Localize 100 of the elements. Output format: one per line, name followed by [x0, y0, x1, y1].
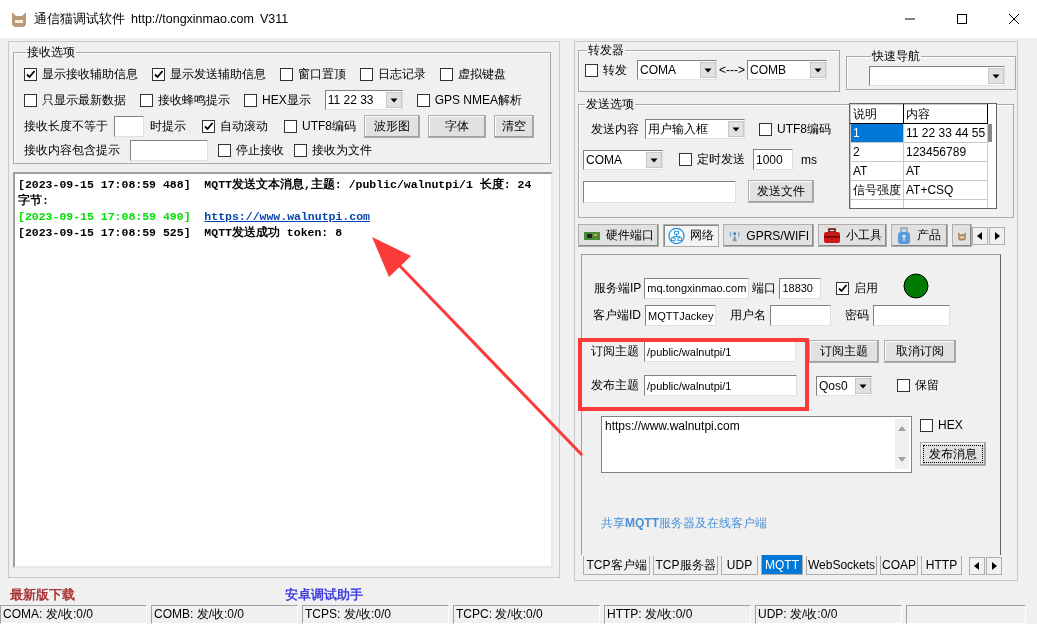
button[interactable]: 波形图 [364, 114, 420, 138]
scroll-right-button[interactable] [989, 226, 1005, 245]
checkbox[interactable] [440, 67, 453, 81]
tab[interactable]: COAP [880, 556, 918, 575]
checkbox-label: 转发 [603, 61, 627, 79]
status-pane: TCPC: 发/收:0/0 [453, 605, 600, 624]
checkbox-label: 显示发送辅助信息 [170, 65, 266, 83]
checkbox[interactable] [218, 143, 231, 157]
checkbox[interactable] [360, 67, 373, 81]
close-icon [1009, 14, 1019, 24]
checkbox[interactable] [244, 93, 257, 107]
tab[interactable]: UDP [721, 556, 758, 575]
window-url: http://tongxinmao.com [131, 12, 254, 26]
checkbox-label: 保留 [915, 377, 939, 394]
input-field[interactable] [583, 180, 736, 203]
dropdown[interactable]: Qos0 [816, 375, 872, 396]
field-label: 发布主题 [591, 377, 639, 394]
checkbox[interactable] [24, 67, 37, 81]
log-entry: [2023-09-15 17:08:59 488] MQTT发送文本消息,主题: /public/walnutpi/1 长度: 24 字节: [18, 177, 533, 209]
button[interactable]: 发送文件 [748, 180, 814, 203]
group-title: 转发器 [587, 42, 625, 59]
checkbox[interactable] [585, 63, 598, 77]
field-label: 发送内容 [591, 120, 639, 138]
checkbox[interactable] [280, 67, 293, 81]
table-row[interactable]: 2 123456789 [850, 142, 988, 162]
input-field[interactable] [114, 115, 144, 137]
table-cell: 11 22 33 44 55 [903, 123, 988, 143]
checkbox[interactable] [202, 119, 215, 133]
button[interactable]: 订阅主题 [809, 340, 879, 363]
tab[interactable]: 网络 [663, 224, 719, 247]
checkbox[interactable] [416, 93, 430, 107]
input-field[interactable]: /public/walnutpi/1 [644, 341, 796, 362]
checkbox[interactable] [140, 93, 153, 107]
checkbox-label: 窗口置顶 [298, 65, 346, 83]
input-field[interactable] [873, 305, 951, 326]
checkbox-label: 定时发送 [697, 151, 745, 168]
button[interactable]: 字体 [428, 114, 486, 138]
table-row[interactable]: 1 11 22 33 44 55 [850, 123, 988, 143]
tab[interactable]: 硬件端口 [578, 224, 659, 247]
link[interactable]: 安卓调试助手 [285, 586, 363, 604]
table-row[interactable]: AT AT [850, 161, 988, 181]
window-version: V311 [260, 12, 289, 26]
tab[interactable]: HTTP [921, 556, 962, 575]
field-label: 接收长度不等于 [24, 117, 108, 135]
checkbox-label: 启用 [854, 279, 879, 297]
input-field[interactable]: mq.tongxinmao.com [644, 277, 750, 299]
group-title: 快速导航 [871, 48, 921, 65]
checkbox[interactable] [294, 143, 307, 157]
scroll-left-button[interactable] [969, 557, 985, 575]
right-arrow-icon [990, 562, 998, 570]
tab[interactable]: 产品 [891, 224, 948, 247]
checkbox[interactable] [284, 119, 297, 133]
tab[interactable]: TCP客户端 [583, 556, 650, 575]
dropdown[interactable]: 用户输入框 [645, 119, 745, 139]
dropdown[interactable]: COMA [583, 149, 663, 170]
checkbox-label: UTF8编码 [302, 117, 356, 135]
tab[interactable]: TCP服务器 [653, 556, 718, 575]
input-field[interactable]: 1000 [753, 149, 793, 170]
table-cell: AT [850, 161, 904, 181]
button[interactable]: 清空 [494, 114, 534, 138]
checkbox[interactable] [24, 93, 37, 107]
message-field[interactable]: https://www.walnutpi.com [601, 416, 912, 473]
status-pane: COMA: 发/收:0/0 [0, 605, 147, 624]
dropdown[interactable]: COMB [747, 60, 827, 80]
input-field[interactable] [770, 305, 832, 326]
field-label: 端口 [752, 279, 777, 297]
link[interactable]: 最新版下载 [10, 586, 75, 604]
circuit-board-icon [583, 229, 601, 242]
dropdown-arrow-icon [728, 121, 744, 137]
log-link[interactable]: https://www.walnutpi.com [204, 210, 370, 223]
checkbox[interactable] [920, 418, 933, 432]
checkbox[interactable] [152, 67, 165, 81]
log-timestamp: [2023-09-15 17:08:59 490] [18, 210, 191, 223]
input-field[interactable]: 18830 [779, 277, 822, 299]
tab[interactable]: WebSockets [806, 556, 877, 575]
checkbox[interactable] [897, 379, 910, 392]
input-field[interactable] [130, 139, 208, 161]
dropdown[interactable]: 11 22 33 [324, 90, 403, 110]
checkbox[interactable] [679, 153, 692, 166]
tab[interactable]: GPRS/WIFI [723, 224, 814, 247]
table-cell: AT [903, 161, 988, 181]
field-label: 客户端ID [593, 307, 641, 324]
checkbox[interactable] [836, 281, 850, 295]
status-pane: HTTP: 发/收:0/0 [604, 605, 751, 624]
field-label: 密码 [845, 307, 870, 324]
scroll-thumb [988, 124, 992, 142]
tab[interactable]: MQTT [761, 555, 803, 575]
button[interactable]: 取消订阅 [884, 340, 956, 363]
dropdown[interactable] [869, 66, 1005, 86]
button[interactable]: 发布消息 [920, 442, 986, 466]
input-field[interactable]: MQTTJackey [645, 305, 717, 326]
field-label: ms [801, 152, 817, 167]
table-row[interactable]: 信号强度 AT+CSQ [850, 180, 988, 200]
dropdown[interactable]: COMA [637, 60, 717, 80]
field-label: 服务端IP [594, 279, 642, 297]
input-field[interactable]: /public/walnutpi/1 [644, 375, 797, 396]
scroll-left-button[interactable] [972, 226, 988, 245]
tab[interactable]: 小工具 [818, 224, 887, 247]
scroll-right-button[interactable] [986, 557, 1002, 575]
checkbox[interactable] [759, 122, 772, 136]
